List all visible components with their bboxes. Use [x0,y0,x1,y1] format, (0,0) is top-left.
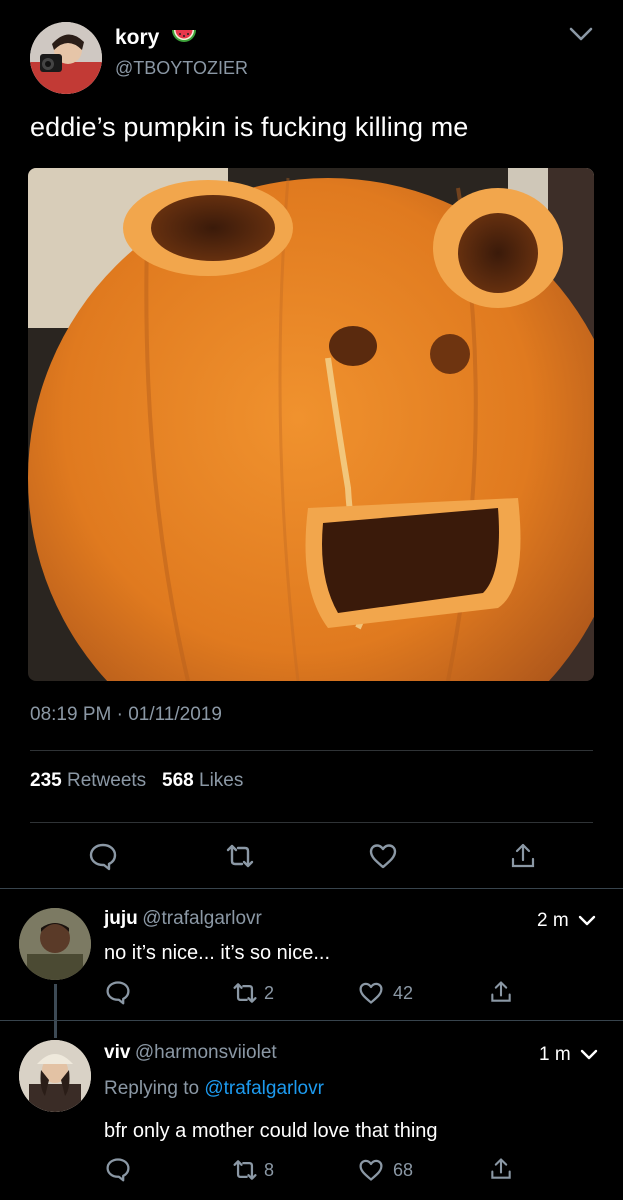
like-count[interactable]: 568 [162,770,194,791]
replying-to-prefix: Replying to [104,1078,205,1099]
author-name[interactable]: kory [115,26,159,50]
reply-avatar[interactable] [19,908,91,980]
divider [0,1020,623,1021]
reply-like-count: 42 [393,983,414,1003]
author-handle[interactable]: @TBOYTOZIER [115,58,248,79]
like-icon[interactable] [358,980,384,1006]
tweet-text: eddie’s pumpkin is fucking killing me [30,112,469,142]
reply-author-handle[interactable]: @harmonsviiolet [135,1042,277,1063]
reply-retweet-count: 8 [264,1160,275,1180]
reply-time: 1 m [539,1044,571,1065]
reply-icon[interactable] [88,841,118,871]
chevron-down-icon[interactable] [579,1047,599,1068]
reply-like-count: 68 [393,1160,414,1180]
watermelon-icon [170,26,198,48]
retweet-icon[interactable] [232,980,258,1006]
tweet-timestamp: 08:19 PM · 01/11/2019 [30,704,222,725]
reply-author-handle[interactable]: @trafalgarlovr [142,908,262,929]
divider [0,888,623,889]
share-icon[interactable] [488,979,514,1005]
share-icon[interactable] [488,1156,514,1182]
reply-avatar[interactable] [19,1040,91,1112]
reply-time: 2 m [537,910,569,931]
share-icon[interactable] [508,841,538,871]
author-avatar[interactable] [30,22,102,94]
like-icon[interactable] [368,841,398,871]
replying-to-line: Replying to @trafalgarlovr [104,1078,324,1100]
chevron-down-icon[interactable] [577,913,597,934]
likes-label[interactable]: Likes [199,770,243,791]
reply-text: bfr only a mother could love that thing [104,1120,438,1142]
thread-connector [54,984,57,1038]
tweet-photo[interactable] [28,168,594,681]
retweet-count[interactable]: 235 [30,770,62,791]
reply-icon[interactable] [105,1156,131,1182]
like-icon[interactable] [358,1157,384,1183]
divider [30,750,593,751]
reply-author-name[interactable]: juju [104,908,138,929]
reply-icon[interactable] [105,979,131,1005]
engagement-stats: 235 Retweets 568 Likes [30,770,243,792]
retweets-label[interactable]: Retweets [67,770,146,791]
reply-author-name[interactable]: viv [104,1042,130,1063]
divider [30,822,593,823]
reply-header: juju @trafalgarlovr [104,908,262,930]
chevron-down-icon[interactable] [568,24,594,44]
retweet-icon[interactable] [232,1157,258,1183]
reply-text: no it’s nice... it’s so nice... [104,942,331,964]
reply-header: viv @harmonsviiolet [104,1042,277,1064]
retweet-icon[interactable] [225,841,255,871]
reply-retweet-count: 2 [264,983,275,1003]
replying-to-link[interactable]: @trafalgarlovr [204,1078,324,1099]
